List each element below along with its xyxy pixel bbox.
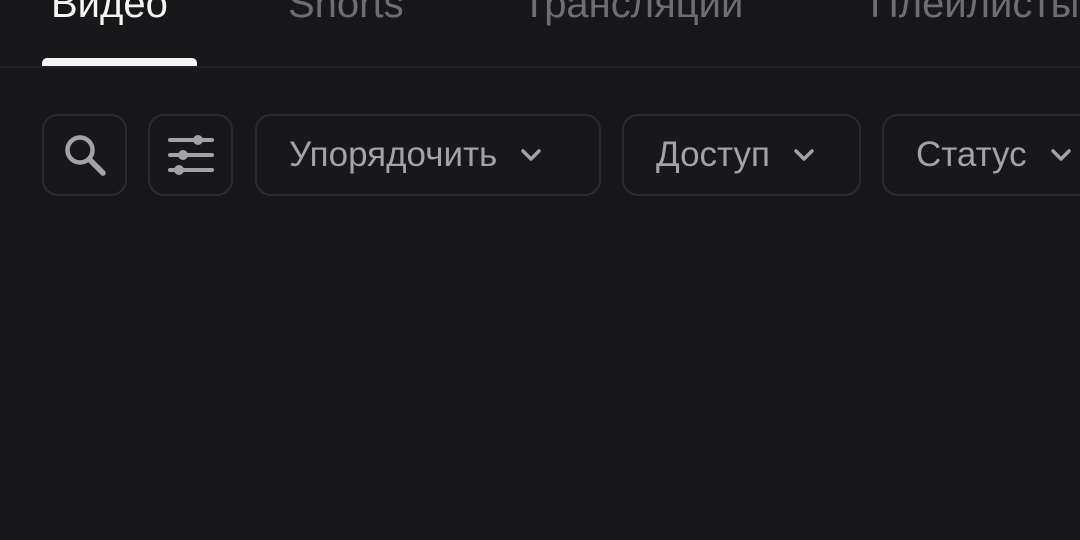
search-icon: [64, 135, 106, 176]
access-label: Доступ: [656, 135, 770, 174]
content-screen: Видео Shorts Трансляции Плейлисты Упоряд…: [0, 0, 1080, 540]
sort-label: Упорядочить: [289, 135, 498, 174]
tab-playlists[interactable]: Плейлисты: [870, 0, 1079, 34]
chevron-down-icon: [794, 149, 814, 161]
tab-shorts[interactable]: Shorts: [288, 0, 404, 34]
active-tab-indicator: [42, 58, 197, 66]
access-dropdown[interactable]: Доступ: [622, 114, 861, 196]
search-button[interactable]: [42, 114, 127, 196]
sliders-icon: [167, 135, 214, 175]
status-label: Статус: [916, 135, 1027, 174]
chevron-down-icon: [521, 149, 542, 161]
tab-bar: Видео Shorts Трансляции Плейлисты: [0, 0, 1080, 68]
status-dropdown[interactable]: Статус: [882, 114, 1080, 196]
sort-dropdown[interactable]: Упорядочить: [255, 114, 601, 196]
filter-button[interactable]: [148, 114, 233, 196]
tab-videos[interactable]: Видео: [51, 0, 168, 34]
chevron-down-icon: [1050, 149, 1071, 161]
tab-live[interactable]: Трансляции: [522, 0, 743, 34]
